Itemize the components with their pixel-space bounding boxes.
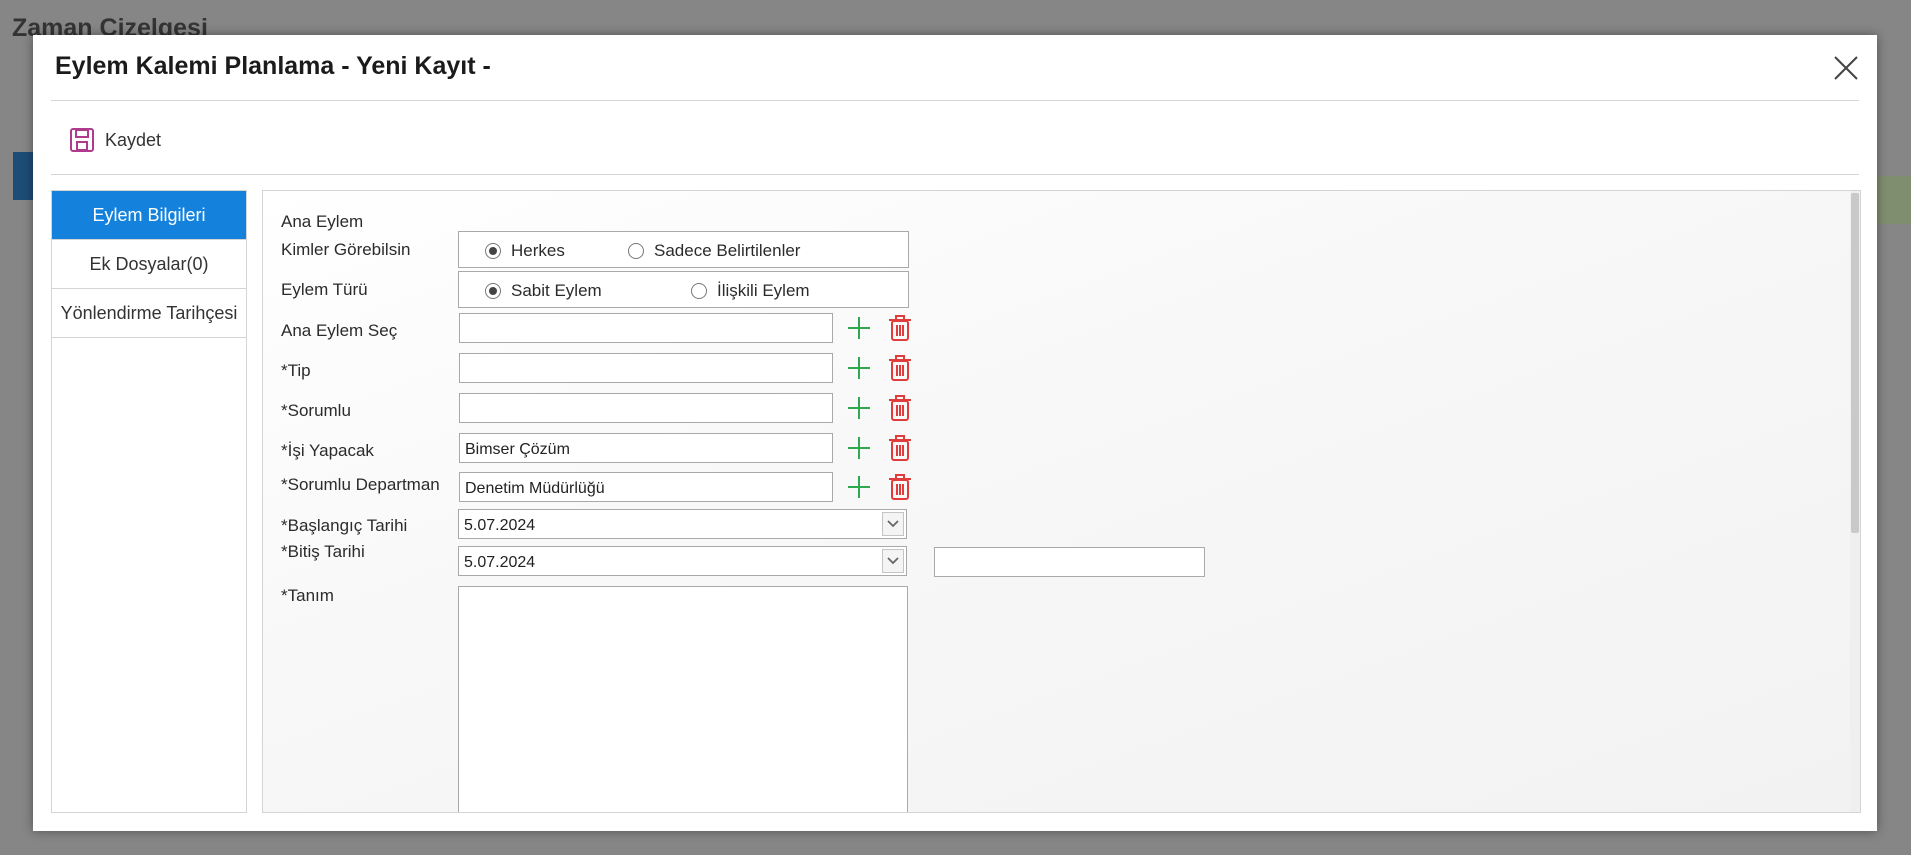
delete-button[interactable] [885, 313, 915, 343]
tip-label: *Tip [281, 361, 311, 380]
radio-sabit-eylem[interactable]: Sabit Eylem [485, 281, 602, 301]
dialog: Eylem Kalemi Planlama - Yeni Kayıt - Kay… [33, 35, 1877, 831]
delete-button[interactable] [885, 433, 915, 463]
plus-icon [848, 437, 870, 459]
delete-button[interactable] [885, 472, 915, 502]
ana-eylem-sec-label: Ana Eylem Seç [281, 321, 398, 340]
close-button[interactable] [1830, 52, 1862, 84]
select-value: 5.07.2024 [464, 554, 536, 571]
dialog-title: Eylem Kalemi Planlama - Yeni Kayıt - [55, 52, 491, 80]
isi-yapacak-input[interactable]: Bimser Çözüm [459, 433, 833, 463]
scrollbar-thumb[interactable] [1851, 193, 1859, 533]
chevron-down-icon [887, 520, 899, 528]
kimler-gorebilsin-group: Herkes Sadece Belirtilenler [458, 231, 909, 268]
tab-ek-dosyalar[interactable]: Ek Dosyalar(0) [52, 240, 246, 289]
radio-dot-checked [485, 283, 501, 299]
select-value: 5.07.2024 [464, 517, 536, 534]
floppy-disk-icon [70, 128, 94, 152]
plus-icon [848, 476, 870, 498]
dropdown-button[interactable] [882, 512, 904, 536]
side-tabs: Eylem Bilgileri Ek Dosyalar(0) Yönlendir… [51, 190, 247, 813]
vertical-scrollbar[interactable] [1850, 191, 1860, 812]
baslangic-tarihi-label: *Başlangıç Tarihi [281, 516, 408, 535]
bitis-tarihi-label: *Bitiş Tarihi [281, 542, 365, 561]
isi-yapacak-label: *İşi Yapacak [281, 441, 374, 460]
trash-icon [889, 355, 911, 381]
divider [51, 100, 1859, 101]
radio-label: Herkes [511, 241, 565, 260]
tab-yonlendirme-tarihcesi[interactable]: Yönlendirme Tarihçesi [52, 289, 246, 338]
sorumlu-input[interactable] [459, 393, 833, 423]
radio-dot-checked [485, 243, 501, 259]
eylem-turu-group: Sabit Eylem İlişkili Eylem [458, 271, 909, 308]
eylem-turu-label: Eylem Türü [281, 280, 368, 299]
divider [51, 174, 1859, 175]
add-button[interactable] [844, 433, 874, 463]
radio-iliskili-eylem[interactable]: İlişkili Eylem [691, 281, 810, 301]
tip-input[interactable] [459, 353, 833, 383]
baslangic-tarihi-select[interactable]: 5.07.2024 [458, 509, 907, 539]
add-button[interactable] [844, 393, 874, 423]
delete-button[interactable] [885, 353, 915, 383]
trash-icon [889, 474, 911, 500]
radio-label: Sabit Eylem [511, 281, 602, 300]
kimler-gorebilsin-label: Kimler Görebilsin [281, 240, 411, 259]
save-button[interactable]: Kaydet [69, 122, 161, 158]
save-button-label: Kaydet [105, 129, 162, 150]
tanim-textarea[interactable] [458, 586, 908, 812]
delete-button[interactable] [885, 393, 915, 423]
trash-icon [889, 315, 911, 341]
bitis-tarihi-extra-input[interactable] [934, 547, 1205, 577]
sorumlu-label: *Sorumlu [281, 401, 351, 420]
sorumlu-departman-label: *Sorumlu Departman [281, 475, 440, 494]
radio-dot [691, 283, 707, 299]
plus-icon [848, 357, 870, 379]
add-button[interactable] [844, 472, 874, 502]
trash-icon [889, 435, 911, 461]
tanim-label: *Tanım [281, 586, 334, 605]
bitis-tarihi-select[interactable]: 5.07.2024 [458, 546, 907, 576]
dropdown-button[interactable] [882, 549, 904, 573]
radio-sadece-belirtilenler[interactable]: Sadece Belirtilenler [628, 241, 800, 261]
add-button[interactable] [844, 353, 874, 383]
radio-label: Sadece Belirtilenler [654, 241, 801, 260]
radio-dot [628, 243, 644, 259]
add-button[interactable] [844, 313, 874, 343]
form-panel: Ana Eylem Kimler Görebilsin Herkes Sadec… [262, 190, 1861, 813]
trash-icon [889, 395, 911, 421]
close-icon [1834, 56, 1858, 80]
plus-icon [848, 397, 870, 419]
chevron-down-icon [887, 557, 899, 565]
plus-icon [848, 317, 870, 339]
ana-eylem-sec-input[interactable] [459, 313, 833, 343]
radio-label: İlişkili Eylem [717, 281, 810, 300]
radio-herkes[interactable]: Herkes [485, 241, 565, 261]
tab-eylem-bilgileri[interactable]: Eylem Bilgileri [52, 191, 246, 240]
sorumlu-departman-input[interactable]: Denetim Müdürlüğü [459, 472, 833, 502]
ana-eylem-label: Ana Eylem [281, 212, 364, 231]
